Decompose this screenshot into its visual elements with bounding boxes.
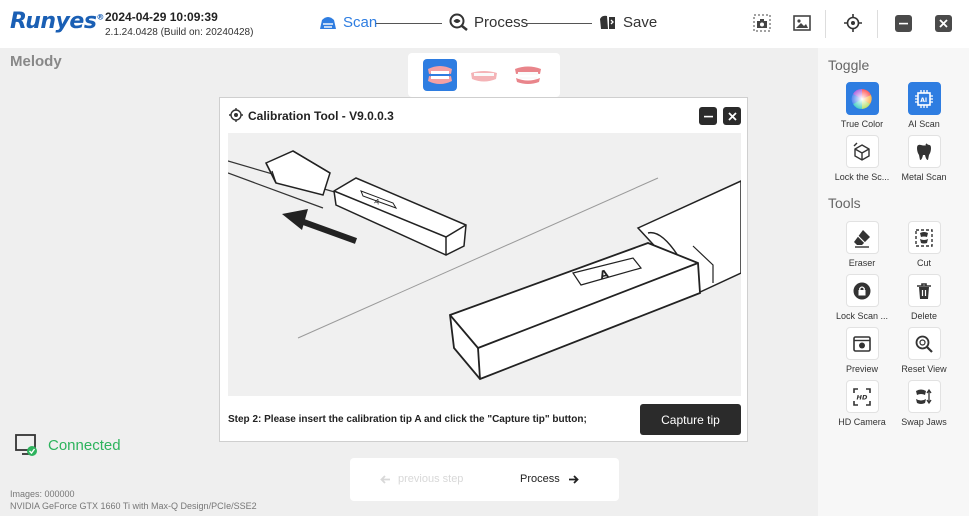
version-info: 2.1.24.0428 (Build on: 20240428)	[105, 27, 254, 38]
minimize-icon	[703, 115, 713, 117]
lock-icon	[853, 282, 871, 299]
divider	[825, 10, 826, 38]
divider	[877, 10, 878, 38]
arrow-right-icon	[568, 474, 579, 484]
step-scan-label: Scan	[343, 13, 378, 31]
tools-section-title: Tools	[828, 195, 861, 211]
cut-label: Cut	[916, 258, 931, 268]
ai-scan-toggle[interactable]: AI AI Scan	[894, 82, 954, 129]
image-gallery-icon[interactable]	[792, 13, 812, 33]
connection-status: Connected	[15, 434, 121, 457]
close-icon	[727, 111, 737, 121]
cube-lock-icon	[853, 142, 870, 161]
calibration-target-icon	[229, 108, 243, 127]
arrow-left-icon	[380, 474, 390, 484]
lower-jaw-icon	[471, 71, 497, 82]
metal-scan-toggle[interactable]: Metal Scan	[894, 135, 954, 182]
both-jaws-icon	[428, 66, 452, 84]
ai-chip-icon: AI	[915, 89, 933, 108]
cut-icon	[915, 228, 933, 247]
upper-jaw-button[interactable]	[511, 59, 545, 91]
minimize-button[interactable]	[895, 15, 912, 32]
eraser-icon	[854, 229, 870, 248]
save-icon	[598, 13, 618, 31]
upper-jaw-icon	[515, 66, 541, 84]
lock-scan-toggle[interactable]: Lock the Sc...	[832, 135, 892, 182]
right-panel: Toggle True Color AI AI Scan Lock the Sc…	[818, 48, 969, 516]
gpu-info: NVIDIA GeForce GTX 1660 Ti with Max-Q De…	[10, 501, 257, 511]
app-logo: Runyes®	[10, 9, 104, 34]
camera-grid-icon[interactable]	[752, 13, 772, 33]
swap-jaws-icon	[916, 388, 932, 404]
crosshair-icon[interactable]	[843, 13, 863, 33]
lock-scan-tool[interactable]: Lock Scan ...	[832, 274, 892, 321]
true-color-label: True Color	[840, 119, 884, 129]
reset-view-tool[interactable]: Reset View	[894, 327, 954, 374]
close-button[interactable]	[935, 15, 952, 32]
hd-badge: HD	[857, 393, 868, 401]
preview-icon	[853, 335, 871, 352]
lock-scan-label: Lock the Sc...	[834, 172, 890, 182]
both-jaws-button[interactable]	[423, 59, 457, 91]
eraser-label: Eraser	[848, 258, 876, 268]
minimize-icon	[899, 22, 908, 25]
patient-name: Melody	[10, 53, 62, 70]
delete-label: Delete	[910, 311, 937, 321]
color-wheel-icon	[851, 88, 872, 109]
preview-tool[interactable]: Preview	[832, 327, 892, 374]
previous-step-label: previous step	[398, 473, 464, 485]
calibration-dialog: Calibration Tool - V9.0.0.3 A A Step 2: …	[219, 97, 748, 442]
step-process-label: Process	[474, 13, 529, 31]
metal-tooth-icon	[917, 142, 931, 160]
swap-jaws-tool[interactable]: Swap Jaws	[894, 380, 954, 427]
dialog-minimize-button[interactable]	[699, 107, 717, 125]
swap-jaws-label: Swap Jaws	[901, 417, 947, 427]
calibration-instruction: Step 2: Please insert the calibration ti…	[228, 414, 587, 425]
images-count: Images: 000000	[10, 489, 75, 499]
dialog-close-button[interactable]	[723, 107, 741, 125]
connected-label: Connected	[48, 437, 121, 454]
jaw-selector	[408, 53, 560, 97]
process-icon	[449, 13, 469, 31]
reset-view-label: Reset View	[901, 364, 947, 374]
step-scan[interactable]: Scan	[318, 13, 377, 31]
capture-tip-button[interactable]: Capture tip	[640, 404, 741, 435]
hd-camera-label: HD Camera	[838, 417, 886, 427]
calibration-illustration: A A	[227, 133, 742, 396]
cut-tool[interactable]: Cut	[894, 221, 954, 268]
next-process-button[interactable]: Process	[520, 473, 579, 485]
top-bar: Runyes® 2024-04-29 10:09:39 2.1.24.0428 …	[0, 0, 969, 48]
lower-jaw-button[interactable]	[467, 59, 501, 91]
eraser-tool[interactable]: Eraser	[832, 221, 892, 268]
lock-scan-tool-label: Lock Scan ...	[835, 311, 889, 321]
toggle-section-title: Toggle	[828, 57, 870, 73]
next-process-label: Process	[520, 473, 560, 485]
datetime: 2024-04-29 10:09:39	[105, 10, 218, 24]
step-process[interactable]: Process	[449, 13, 528, 31]
step-save-label: Save	[623, 13, 658, 31]
true-color-toggle[interactable]: True Color	[832, 82, 892, 129]
step-navigation: previous step Process	[350, 458, 619, 501]
step-connector	[376, 23, 442, 24]
hd-camera-tool[interactable]: HD HD Camera	[832, 380, 892, 427]
step-connector	[526, 23, 592, 24]
close-icon	[939, 19, 948, 28]
trash-icon	[917, 282, 931, 299]
hd-camera-icon: HD	[853, 387, 871, 406]
step-save[interactable]: Save	[598, 13, 657, 31]
metal-scan-label: Metal Scan	[901, 172, 947, 182]
svg-text:AI: AI	[920, 97, 927, 104]
delete-tool[interactable]: Delete	[894, 274, 954, 321]
ai-scan-label: AI Scan	[908, 119, 940, 129]
previous-step-button[interactable]: previous step	[380, 473, 463, 485]
dialog-title: Calibration Tool - V9.0.0.3	[248, 109, 394, 123]
magnifier-icon	[915, 335, 933, 353]
device-connected-icon	[15, 434, 37, 456]
preview-label: Preview	[845, 364, 878, 374]
scan-icon	[318, 13, 338, 31]
